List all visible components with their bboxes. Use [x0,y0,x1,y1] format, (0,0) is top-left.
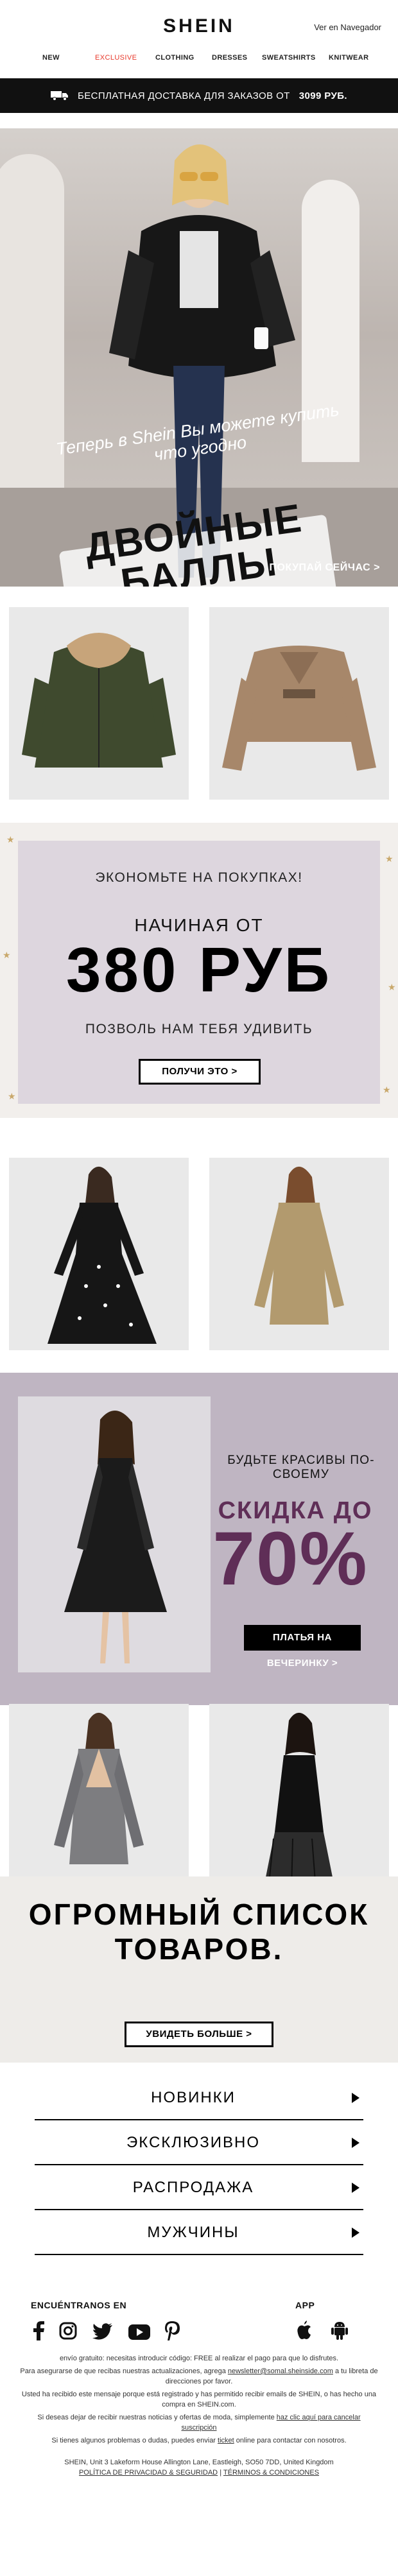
product-card[interactable] [209,1158,389,1350]
social-heading: ENCUÉNTRANOS EN [31,2300,127,2310]
menu-item-sale[interactable]: РАСПРОДАЖА [35,2167,363,2210]
footer-legal-links: POLÍTICA DE PRIVACIDAD & SEGURIDAD | TÉR… [78,2469,320,2477]
knit-sweater-dress-image [254,1166,344,1325]
privacy-policy-link[interactable]: POLÍTICA DE PRIVACIDAD & SEGURIDAD [79,2469,218,2477]
footer-promo-code-text: envío gratuito: necesitas introducir cód… [59,2355,339,2362]
product-card[interactable] [9,607,189,800]
product-card[interactable] [209,1704,389,1900]
hero-banner[interactable]: Теперь в Shein Вы можете купить что угод… [0,128,398,587]
catalog-title: ОГРОМНЫЙ СПИСОК ТОВАРОВ. [28,1898,370,1966]
product-card[interactable] [209,607,389,800]
star-decoration: ★ [6,834,15,845]
header: SHEIN Ver en Navegador NEW EXCLUSIVE CLO… [0,0,398,77]
apple-icon[interactable] [297,2321,312,2340]
sequin-wrap-dress-image [54,1712,144,1864]
menu-item-exclusive[interactable]: ЭКСКЛЮЗИВНО [35,2122,363,2165]
chevron-right-icon [352,2093,359,2103]
shipping-text: БЕСПЛАТНАЯ ДОСТАВКА ДЛЯ ЗАКАЗОВ ОТ [78,90,290,101]
polka-dot-dress-image [48,1166,157,1344]
instagram-icon[interactable] [59,2322,77,2340]
nav-item-clothing[interactable]: CLOTHING [155,54,195,62]
shop-now-link[interactable]: ПОКУПАЙ СЕЙЧАС > [269,562,380,574]
sale-percent: 70% [212,1516,368,1601]
party-dresses-button[interactable]: ПЛАТЬЯ НА ВЕЧЕРИНКУ > [244,1625,361,1669]
product-card[interactable] [9,1158,189,1350]
sale-tagline: БУДЬТЕ КРАСИВЫ ПО-СВОЕМУ [227,1454,375,1481]
footer-address: SHEIN, Unit 3 Lakeform House Allington L… [64,2459,334,2466]
pinterest-icon[interactable] [164,2321,180,2340]
nav-item-new[interactable]: NEW [42,54,60,62]
teddy-sweatshirt-image [222,646,376,771]
youtube-icon[interactable] [128,2324,150,2340]
top-nav: NEW EXCLUSIVE CLOTHING DRESSES SWEATSHIR… [0,54,398,71]
nav-item-sweatshirts[interactable]: SWEATSHIRTS [262,54,316,62]
twitter-icon[interactable] [92,2323,113,2340]
see-more-button[interactable]: УВИДЕТЬ БОЛЬШЕ > [125,2022,273,2047]
chevron-right-icon [352,2138,359,2148]
footer-contact-text: Si tienes algunos problemas o dudas, pue… [51,2437,347,2444]
promo-tagline: ПОЗВОЛЬ НАМ ТЕБЯ УДИВИТЬ [85,1022,313,1036]
star-decoration: ★ [385,854,394,864]
product-card[interactable] [9,1704,189,1900]
promo-from-label: НАЧИНАЯ ОТ [134,915,264,935]
chevron-right-icon [352,2228,359,2238]
menu-item-men[interactable]: МУЖЧИНЫ [35,2211,363,2255]
footer-newsletter-text: Para asegurarse de que recibas nuestras … [20,2367,378,2385]
ticket-link[interactable]: ticket [218,2437,234,2444]
green-parka-image [22,633,176,768]
email-page: SHEIN Ver en Navegador NEW EXCLUSIVE CLO… [0,0,398,2576]
nav-item-exclusive[interactable]: EXCLUSIVE [95,54,137,62]
promo-headline: ЭКОНОМЬТЕ НА ПОКУПКАХ! [95,870,303,885]
star-decoration: ★ [8,1091,16,1101]
star-decoration: ★ [383,1085,391,1095]
app-heading: APP [295,2300,315,2310]
promo-price: 380 РУБ [65,934,333,1005]
newsletter-email-link[interactable]: newsletter@somal.sheinside.com [228,2367,333,2375]
footer-registered-text: Usted ha recibido este mensaje porque es… [21,2391,377,2409]
footer-unsubscribe-text: Si deseas dejar de recibir nuestras noti… [37,2414,361,2432]
get-it-button[interactable]: ПОЛУЧИ ЭТО > [139,1059,261,1085]
shipping-amount: 3099 РУБ. [298,90,347,101]
facebook-icon[interactable] [32,2321,45,2340]
terms-link[interactable]: TÉRMINOS & CONDICIONES [223,2469,319,2477]
menu-item-new[interactable]: НОВИНКИ [35,2077,363,2120]
nav-item-dresses[interactable]: DRESSES [212,54,247,62]
free-shipping-banner[interactable]: БЕСПЛАТНАЯ ДОСТАВКА ДЛЯ ЗАКАЗОВ ОТ 3099 … [0,78,398,113]
android-icon[interactable] [331,2321,348,2340]
sale-model-image [64,1410,167,1663]
view-in-browser-link[interactable]: Ver en Navegador [314,22,381,32]
truck-icon [51,91,69,101]
chevron-right-icon [352,2183,359,2193]
fringe-dress-image [263,1712,335,1891]
nav-item-knitwear[interactable]: KNITWEAR [329,54,368,62]
